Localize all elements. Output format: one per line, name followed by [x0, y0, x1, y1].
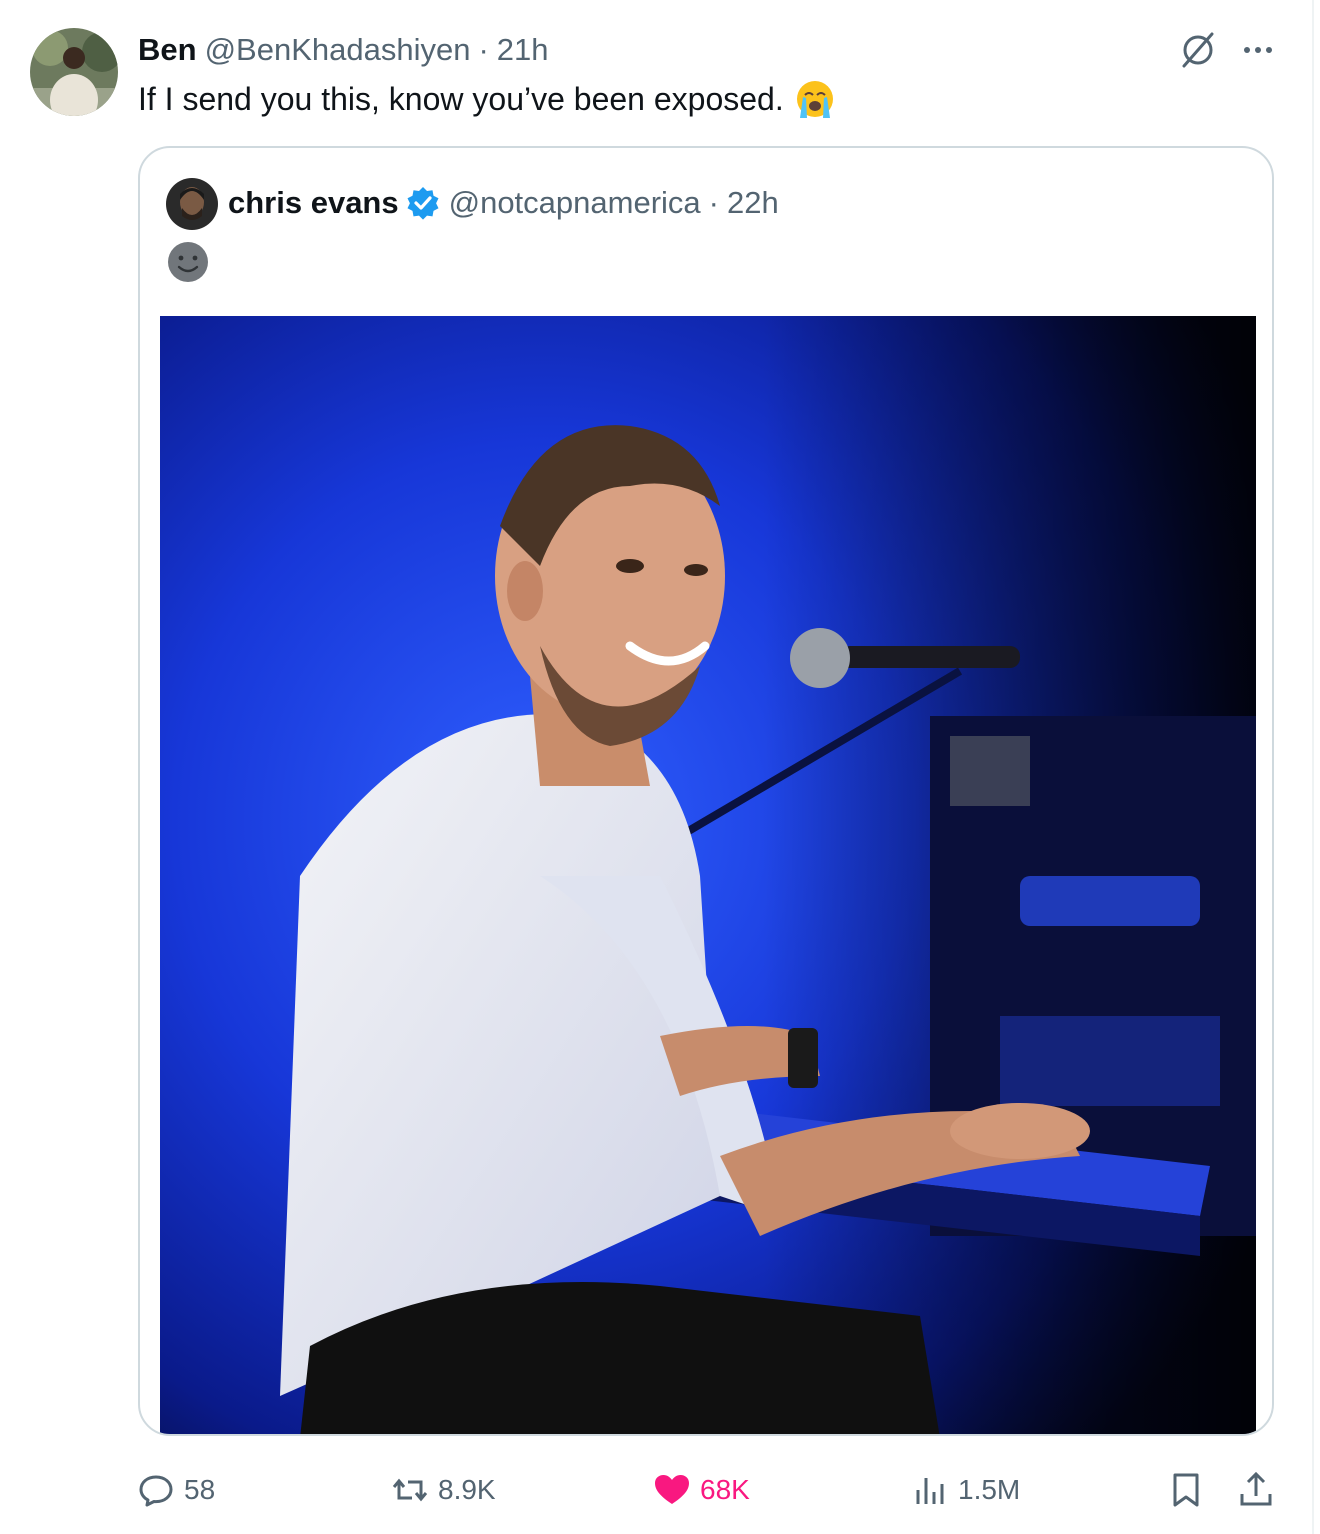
quoted-tweet-header: chris evans @notcapnamerica · 22h: [228, 182, 779, 224]
share-button[interactable]: [1236, 1462, 1284, 1518]
quoted-author-avatar[interactable]: [166, 178, 218, 230]
bookmark-icon: [1173, 1473, 1199, 1507]
reply-button[interactable]: 58: [136, 1462, 215, 1518]
slightly-smiling-face-icon: [166, 240, 210, 284]
tweet-header: Ben @BenKhadashiyen · 21h: [138, 30, 549, 70]
separator-dot: ·: [708, 185, 719, 220]
timeline-column-border: [1312, 0, 1314, 1534]
quoted-author-name[interactable]: chris evans: [228, 185, 399, 221]
author-handle[interactable]: @BenKhadashiyen: [205, 32, 471, 68]
tweet-text: If I send you this, know you’ve been exp…: [138, 81, 784, 117]
loudly-crying-face-icon: [794, 78, 836, 120]
like-count: 68K: [700, 1474, 750, 1505]
view-count: 1.5M: [958, 1474, 1021, 1505]
reply-icon: [139, 1475, 173, 1507]
repost-icon: [392, 1478, 428, 1502]
heart-icon: [655, 1475, 689, 1504]
tweet-timestamp[interactable]: 21h: [497, 32, 549, 68]
repost-button[interactable]: 8.9K: [390, 1462, 496, 1518]
reply-count: 58: [184, 1474, 216, 1505]
grok-icon[interactable]: [1176, 28, 1220, 72]
like-button[interactable]: 68K: [652, 1462, 750, 1518]
share-icon: [1240, 1471, 1272, 1506]
quoted-tweet-timestamp[interactable]: 22h: [727, 185, 779, 221]
more-options-icon[interactable]: [1236, 30, 1280, 70]
repost-count: 8.9K: [438, 1474, 496, 1505]
quoted-author-handle[interactable]: @notcapnamerica: [449, 185, 701, 221]
bookmark-button[interactable]: [1166, 1462, 1214, 1518]
tweet-action-bar: 58 8.9K 68K 1.5M: [0, 1462, 1320, 1518]
views-chart-icon: [916, 1478, 944, 1504]
separator-dot: ·: [478, 32, 489, 67]
tweet-text-row: If I send you this, know you’ve been exp…: [138, 78, 836, 120]
author-name[interactable]: Ben: [138, 32, 197, 68]
quoted-tweet-card[interactable]: chris evans @notcapnamerica · 22h: [138, 146, 1274, 1436]
views-button[interactable]: 1.5M: [910, 1462, 1020, 1518]
quoted-tweet-photo[interactable]: [160, 316, 1256, 1434]
author-avatar[interactable]: [30, 28, 118, 116]
verified-badge-icon[interactable]: [405, 185, 441, 221]
